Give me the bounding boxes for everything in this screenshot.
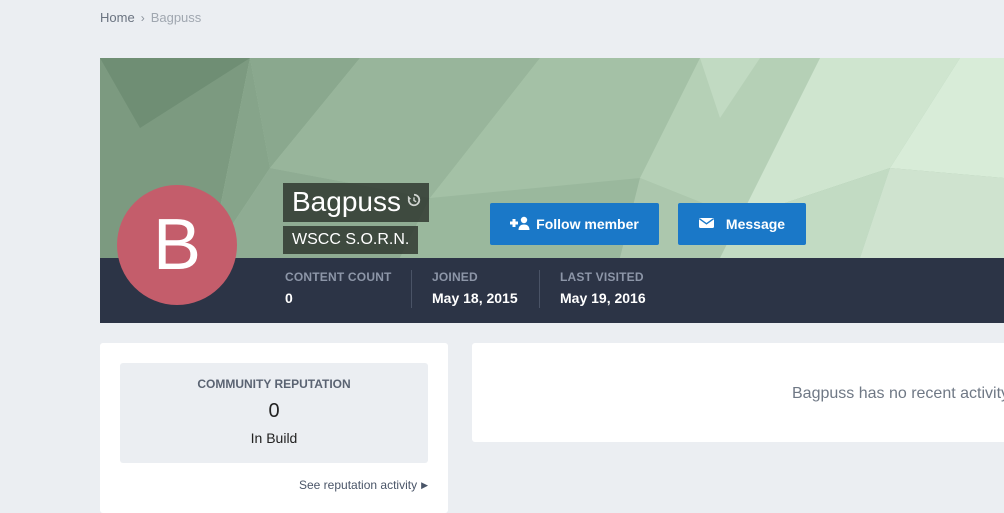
reputation-value: 0 (268, 400, 280, 422)
breadcrumb-home[interactable]: Home (100, 10, 135, 25)
divider (539, 270, 540, 308)
activity-panel: Bagpuss has no recent activity to show (472, 343, 1004, 442)
divider (411, 270, 412, 308)
breadcrumb-current: Bagpuss (150, 10, 202, 25)
profile-name-text: Bagpuss (292, 186, 401, 217)
message-label: Message (725, 216, 786, 232)
follow-member-label: Follow member (536, 216, 639, 232)
user-plus-icon (510, 216, 530, 233)
profile-header: B Bagpuss WSCC S.O.R.N. Follow member Me… (100, 58, 1004, 323)
reputation-label: In Build (250, 430, 298, 446)
stats-bar (100, 258, 1004, 323)
stat-content-count: CONTENT COUNT 0 (285, 270, 392, 306)
stat-label: JOINED (432, 270, 478, 284)
profile-name: Bagpuss (283, 183, 429, 222)
message-button[interactable]: Message (678, 203, 806, 245)
chevron-right-icon: › (140, 10, 145, 25)
empty-activity-message: Bagpuss has no recent activity to show (792, 385, 1004, 402)
profile-sidebar: COMMUNITY REPUTATION 0 In Build See repu… (100, 343, 448, 513)
stat-value: 0 (285, 290, 293, 306)
stat-value: May 19, 2016 (560, 290, 646, 306)
member-title: WSCC S.O.R.N. (283, 226, 419, 254)
stat-label: LAST VISITED (560, 270, 644, 284)
breadcrumb: Home › Bagpuss (100, 10, 201, 25)
stat-joined: JOINED May 18, 2015 (432, 270, 518, 306)
caret-right-icon: ▶ (421, 479, 428, 490)
reputation-title: COMMUNITY REPUTATION (197, 377, 351, 391)
envelope-icon (698, 217, 714, 232)
avatar[interactable]: B (117, 185, 237, 305)
follow-member-button[interactable]: Follow member (490, 203, 659, 245)
stat-last-visited: LAST VISITED May 19, 2016 (560, 270, 646, 306)
reputation-link-label: See reputation activity (299, 478, 418, 492)
see-reputation-activity-link[interactable]: See reputation activity ▶ (299, 478, 428, 492)
history-icon[interactable] (407, 193, 421, 212)
reputation-box: COMMUNITY REPUTATION 0 In Build (120, 363, 428, 463)
stat-label: CONTENT COUNT (285, 270, 392, 284)
avatar-letter: B (152, 205, 202, 285)
stat-value: May 18, 2015 (432, 290, 518, 306)
